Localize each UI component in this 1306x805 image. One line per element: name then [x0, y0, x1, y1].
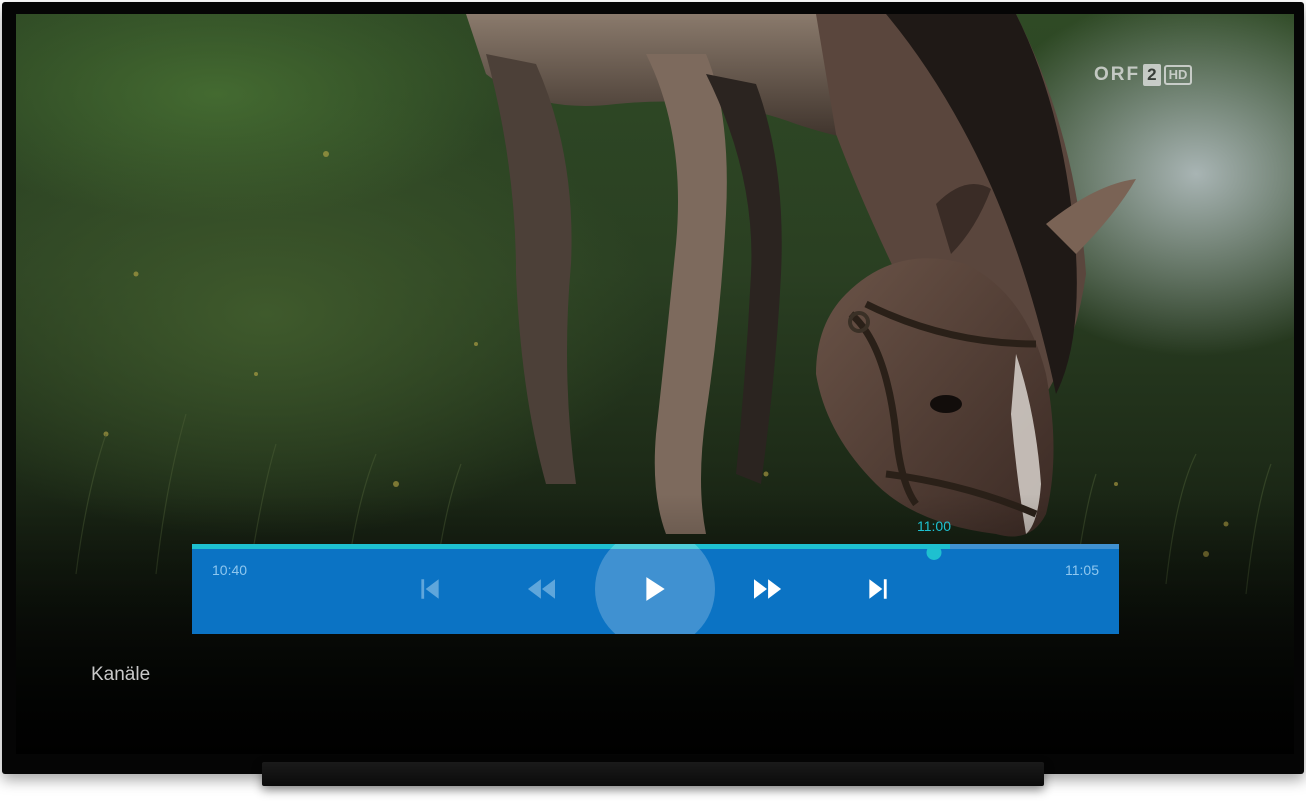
- fast-forward-icon: [754, 579, 782, 599]
- video-screen: ORF 2 HD 11:00 10:40 11:05 Kanäle: [16, 14, 1294, 754]
- skip-next-icon: [869, 579, 887, 599]
- transport-controls: [192, 544, 1119, 634]
- channel-logo-brand: ORF: [1094, 64, 1141, 85]
- skip-previous-button[interactable]: [400, 559, 460, 619]
- skip-next-button[interactable]: [848, 559, 908, 619]
- tv-stand: [262, 762, 1044, 786]
- tv-frame: ORF 2 HD 11:00 10:40 11:05 Kanäle: [2, 2, 1304, 774]
- channel-logo-number: 2: [1143, 64, 1161, 86]
- fast-forward-button[interactable]: [737, 559, 797, 619]
- channel-logo-hd-badge: HD: [1163, 65, 1193, 85]
- playback-control-bar: 10:40 11:05: [192, 544, 1119, 634]
- play-button[interactable]: [625, 559, 685, 619]
- channels-menu-label[interactable]: Kanäle: [91, 664, 150, 686]
- scrub-time-label: 11:00: [917, 518, 951, 534]
- rewind-icon: [527, 579, 555, 599]
- channel-logo: ORF 2 HD: [1094, 64, 1193, 86]
- skip-previous-icon: [421, 579, 439, 599]
- rewind-button[interactable]: [512, 559, 572, 619]
- play-icon: [646, 577, 665, 601]
